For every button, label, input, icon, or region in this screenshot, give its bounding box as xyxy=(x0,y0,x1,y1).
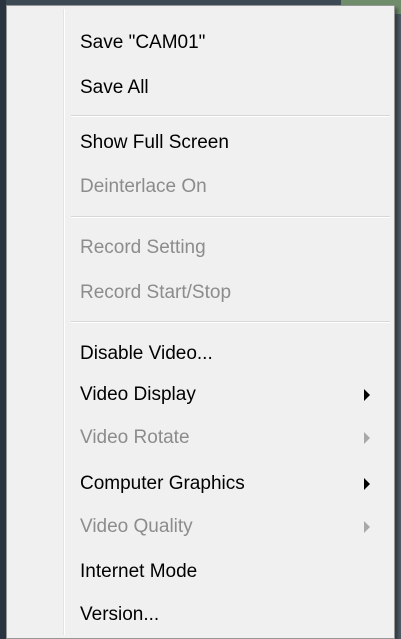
menu-item-label: Record Setting xyxy=(80,237,206,258)
menu-item-save-all[interactable]: Save All xyxy=(9,69,392,107)
menu-item-show-full-screen[interactable]: Show Full Screen xyxy=(9,124,392,162)
menu-item-label: Video Rotate xyxy=(80,427,190,448)
menu-item-record-setting: Record Setting xyxy=(9,229,392,267)
menu-separator xyxy=(71,216,390,218)
menu-item-label: Show Full Screen xyxy=(80,132,229,153)
menu-item-label: Video Display xyxy=(80,384,196,405)
menu-item-label: Version... xyxy=(80,604,160,625)
submenu-arrow-icon xyxy=(364,389,370,401)
menu-item-label: Record Start/Stop xyxy=(80,282,232,303)
menu-separator xyxy=(71,321,390,323)
menu-item-video-rotate: Video Rotate xyxy=(9,419,392,457)
menu-item-computer-graphics[interactable]: Computer Graphics xyxy=(9,465,392,503)
menu-item-disable-video[interactable]: Disable Video... xyxy=(9,335,392,373)
menu-item-video-quality: Video Quality xyxy=(9,508,392,546)
menu-item-label: Video Quality xyxy=(80,516,193,537)
menu-item-label: Internet Mode xyxy=(80,561,198,582)
submenu-arrow-icon xyxy=(364,521,370,533)
submenu-arrow-icon xyxy=(364,478,370,490)
menu-item-version[interactable]: Version... xyxy=(9,596,392,634)
menu-item-deinterlace-on: Deinterlace On xyxy=(9,168,392,206)
menu-separator xyxy=(71,115,390,117)
menu-item-label: Save All xyxy=(80,77,149,98)
menu-item-label: Deinterlace On xyxy=(80,176,207,197)
menu-item-record-start-stop: Record Start/Stop xyxy=(9,274,392,312)
menu-item-label: Disable Video... xyxy=(80,343,213,364)
submenu-arrow-icon xyxy=(364,432,370,444)
menu-item-video-display[interactable]: Video Display xyxy=(9,376,392,414)
menu-item-label: Computer Graphics xyxy=(80,473,245,494)
menu-item-save-cam01[interactable]: Save "CAM01" xyxy=(9,24,392,62)
menu-item-label: Save "CAM01" xyxy=(80,32,206,53)
menu-item-internet-mode[interactable]: Internet Mode xyxy=(9,553,392,591)
context-menu: Save "CAM01" Save All Show Full Screen D… xyxy=(6,5,395,639)
